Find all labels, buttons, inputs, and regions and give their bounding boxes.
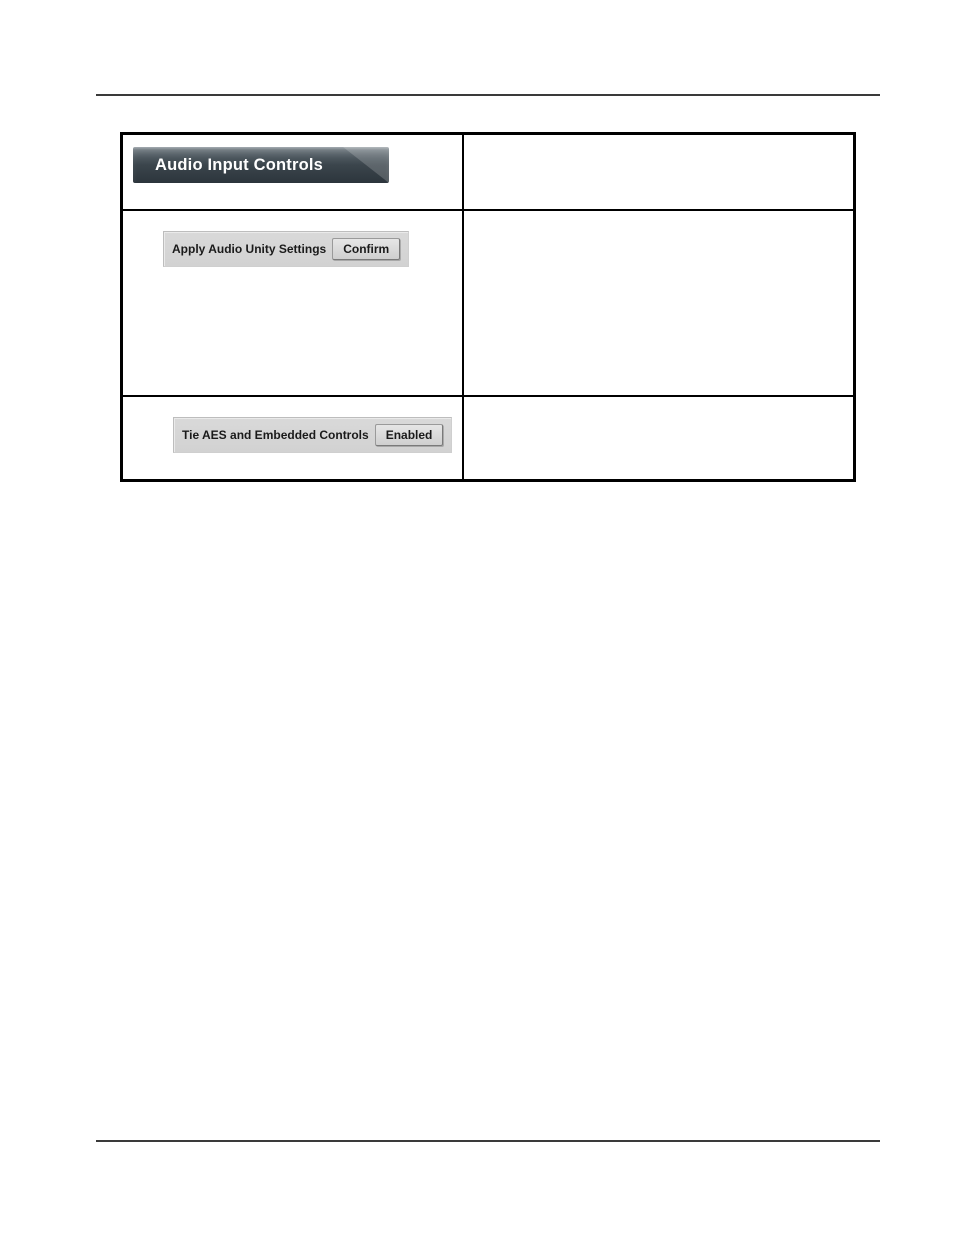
confirm-button[interactable]: Confirm — [332, 238, 400, 260]
section-title: Audio Input Controls — [155, 156, 323, 175]
tie-aes-panel: Tie AES and Embedded Controls Enabled — [173, 417, 452, 453]
tie-aes-label: Tie AES and Embedded Controls — [182, 428, 369, 442]
header-cell-left: Audio Input Controls — [122, 134, 464, 211]
tie-aes-desc-cell — [463, 396, 854, 481]
controls-table: Audio Input Controls Apply Audio Unity S… — [120, 132, 856, 482]
divider-bottom — [96, 1140, 880, 1142]
apply-unity-cell: Apply Audio Unity Settings Confirm — [122, 210, 464, 396]
tie-aes-cell: Tie AES and Embedded Controls Enabled — [122, 396, 464, 481]
apply-unity-desc-cell — [463, 210, 854, 396]
apply-unity-label: Apply Audio Unity Settings — [172, 242, 326, 256]
apply-unity-panel: Apply Audio Unity Settings Confirm — [163, 231, 409, 267]
divider-top — [96, 94, 880, 96]
header-cell-right — [463, 134, 854, 211]
enabled-button[interactable]: Enabled — [375, 424, 444, 446]
section-banner: Audio Input Controls — [133, 147, 389, 183]
banner-accent — [343, 147, 389, 183]
